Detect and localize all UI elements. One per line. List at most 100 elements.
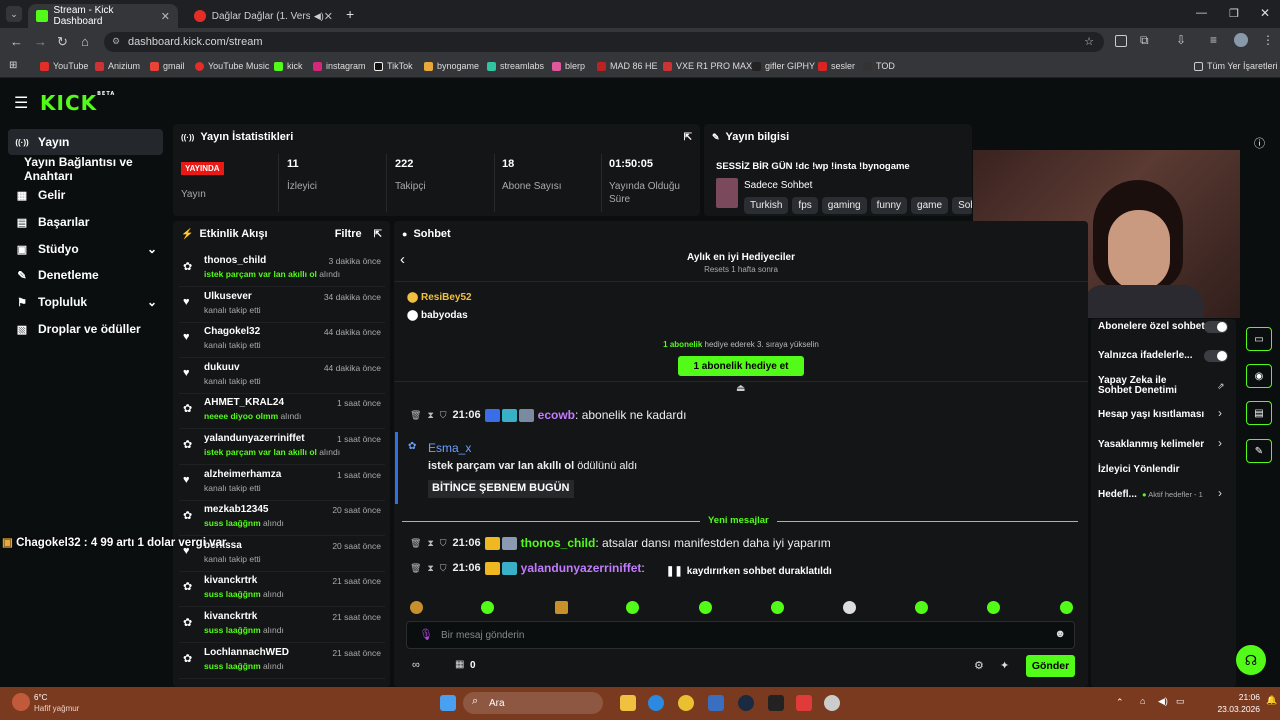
broadcast-rail-icon[interactable]: ◉ bbox=[1246, 364, 1272, 388]
close-window-icon[interactable]: ✕ bbox=[1260, 6, 1270, 20]
activity-item[interactable]: ✿ LochlannachWED 21 saat önce suss laağğnm … bbox=[179, 643, 385, 679]
gift-sub-button[interactable]: 1 abonelik hediye et bbox=[678, 356, 804, 376]
bookmark-sesler[interactable]: sesler bbox=[818, 61, 855, 71]
activity-username[interactable]: Chagokel32 bbox=[204, 326, 260, 337]
activity-item[interactable]: ✿ thonos_child 3 dakika önce istek parçam v… bbox=[179, 251, 385, 287]
bookmark-giphy[interactable]: gifler GIPHY bbox=[752, 61, 815, 71]
chat-rail-icon[interactable]: ▭ bbox=[1246, 327, 1272, 351]
bookmark-blerp[interactable]: blerp bbox=[552, 61, 585, 71]
microphone-icon[interactable]: 🎙 bbox=[419, 628, 433, 641]
timeout-icon[interactable]: ⧗ bbox=[427, 538, 433, 549]
emote-only-toggle[interactable] bbox=[1204, 350, 1228, 362]
reading-list-icon[interactable]: ≡ bbox=[1210, 33, 1217, 47]
minimize-icon[interactable]: — bbox=[1196, 7, 1207, 19]
sidebar-item-yayin[interactable]: ((·)) Yayın bbox=[8, 129, 163, 155]
layout-rail-icon[interactable]: ▤ bbox=[1246, 401, 1272, 425]
viewer-redirect-link[interactable]: İzleyici Yönlendir bbox=[1098, 464, 1180, 475]
tag-chip[interactable]: fps bbox=[792, 197, 818, 214]
activity-item[interactable]: ♥ dukuuv 44 dakika önce kanalı takip etti bbox=[179, 358, 385, 394]
delete-icon[interactable]: 🗑 bbox=[410, 538, 421, 549]
menu-icon[interactable]: ☰ bbox=[14, 93, 28, 113]
emoji-icon[interactable]: ☻ bbox=[1054, 628, 1066, 640]
bookmark-star-icon[interactable]: ☆ bbox=[1084, 35, 1094, 48]
activity-item[interactable]: ♥ Ulkusever 34 dakika önce kanalı takip ett… bbox=[179, 287, 385, 323]
tab-search-icon[interactable]: ⌄ bbox=[6, 6, 22, 22]
chat-input[interactable]: 🎙 Bir mesaj gönderin ☻ bbox=[406, 621, 1075, 649]
activity-username[interactable]: dukuuv bbox=[204, 362, 240, 373]
activity-username[interactable]: kivanckrtrk bbox=[204, 611, 257, 622]
tray-chevron-icon[interactable]: ⌃ bbox=[1116, 697, 1124, 708]
forward-icon[interactable]: → bbox=[34, 34, 47, 49]
sidebar-item-gelir[interactable]: ▦ Gelir bbox=[8, 182, 163, 208]
bookmark-instagram[interactable]: instagram bbox=[313, 61, 366, 71]
external-link-icon[interactable]: ⇗ bbox=[1217, 381, 1225, 392]
collapse-handle-icon[interactable]: ⏏ bbox=[736, 383, 745, 394]
activity-username[interactable]: kivanckrtrk bbox=[204, 575, 257, 586]
delete-icon[interactable]: 🗑 bbox=[410, 563, 421, 574]
sidebar-item-studyo[interactable]: ▣ Stüdyo ⌄ bbox=[8, 236, 163, 262]
activity-item[interactable]: ✿ AHMET_KRAL24 1 saat önce neeee diyoo olmm… bbox=[179, 393, 385, 430]
support-headset-icon[interactable]: ☊ bbox=[1236, 645, 1266, 675]
address-bar[interactable]: ⚙ dashboard.kick.com/stream ☆ bbox=[104, 32, 1104, 52]
bookmark-tiktok[interactable]: TikTok bbox=[374, 61, 413, 71]
activity-username[interactable]: LochlannachWED bbox=[204, 647, 289, 658]
bookmark-streamlabs[interactable]: streamlabs bbox=[487, 61, 544, 71]
banned-words-link[interactable]: Yasaklanmış kelimeler bbox=[1098, 439, 1204, 450]
bookmark-bynogame[interactable]: bynogame bbox=[424, 61, 479, 71]
activity-item[interactable]: ✿ kivanckrtrk 21 saat önce suss laağğnm alı… bbox=[179, 607, 385, 643]
filter-button[interactable]: Filtre bbox=[335, 228, 362, 240]
epic-games-icon[interactable] bbox=[768, 695, 784, 711]
sidebar-item-denetleme[interactable]: ✎ Denetleme bbox=[8, 262, 163, 288]
activity-item[interactable]: ✿ kivanckrtrk 21 saat önce suss laağğnm alı… bbox=[179, 571, 385, 608]
battery-icon[interactable]: ▭ bbox=[1176, 696, 1185, 707]
emote-icon[interactable] bbox=[626, 601, 639, 614]
delete-icon[interactable]: 🗑 bbox=[410, 410, 421, 421]
bookmark-gmail[interactable]: gmail bbox=[150, 61, 185, 71]
chat-username[interactable]: ecowb bbox=[538, 408, 575, 422]
channel-points-icon[interactable]: ∞ bbox=[412, 659, 420, 671]
activity-username[interactable]: AHMET_KRAL24 bbox=[204, 397, 284, 408]
mod-tools-icon[interactable]: ✦ bbox=[1000, 659, 1009, 672]
back-icon[interactable]: ← bbox=[10, 34, 23, 49]
maximize-icon[interactable]: ❐ bbox=[1229, 7, 1239, 20]
emote-icon[interactable] bbox=[1060, 601, 1073, 614]
close-tab-icon[interactable]: ✕ bbox=[161, 10, 170, 23]
tab-kick-dashboard[interactable]: Stream - Kick Dashboard ✕ bbox=[28, 4, 178, 28]
bookmark-youtube[interactable]: YouTube bbox=[40, 61, 88, 71]
new-tab-button[interactable]: + bbox=[346, 6, 354, 22]
emote-icon[interactable] bbox=[481, 601, 494, 614]
bookmark-mad86[interactable]: MAD 86 HE bbox=[597, 61, 658, 71]
close-tab-icon[interactable]: ✕ bbox=[324, 10, 333, 23]
browser-menu-icon[interactable]: ⋮ bbox=[1262, 33, 1274, 47]
account-age-link[interactable]: Hesap yaşı kısıtlaması bbox=[1098, 409, 1204, 420]
sidebar-item-stream-key[interactable]: Yayın Bağlantısı ve Anahtarı bbox=[18, 155, 173, 183]
activity-username[interactable]: Ulkusever bbox=[204, 291, 252, 302]
sidebar-item-basarilar[interactable]: ▤ Başarılar bbox=[8, 209, 163, 235]
info-icon[interactable]: ⓘ bbox=[1254, 135, 1265, 151]
chat-username[interactable]: yalandunyazerriniffet bbox=[521, 561, 642, 575]
emote-icon[interactable] bbox=[771, 601, 784, 614]
chat-username[interactable]: thonos_child bbox=[521, 536, 596, 550]
sidebar-item-droplar[interactable]: ▧ Droplar ve ödüller bbox=[8, 316, 163, 342]
taskbar-search[interactable]: ⌕ Ara bbox=[463, 692, 603, 714]
timeout-icon[interactable]: ⧗ bbox=[427, 563, 433, 574]
emote-icon[interactable] bbox=[915, 601, 928, 614]
obs-icon[interactable] bbox=[824, 695, 840, 711]
tag-chip[interactable]: funny bbox=[870, 197, 908, 214]
app-icon[interactable] bbox=[796, 695, 812, 711]
store-icon[interactable] bbox=[708, 695, 724, 711]
timeout-icon[interactable]: ⧗ bbox=[427, 410, 433, 421]
chat-paused-banner[interactable]: ❚❚ kaydırırken sohbet duraklatıldı bbox=[658, 563, 840, 580]
home-icon[interactable]: ⌂ bbox=[81, 34, 89, 49]
emote-icon[interactable] bbox=[987, 601, 1000, 614]
activity-username[interactable]: alzheimerhamza bbox=[204, 469, 281, 480]
bookmark-vxe[interactable]: VXE R1 PRO MAX bbox=[663, 61, 752, 71]
emote-icon[interactable] bbox=[699, 601, 712, 614]
emote-icon[interactable] bbox=[410, 601, 423, 614]
profile-avatar[interactable] bbox=[1234, 33, 1248, 47]
chrome-icon[interactable] bbox=[678, 695, 694, 711]
site-info-icon[interactable]: ⚙ bbox=[112, 36, 120, 47]
tag-chip[interactable]: gaming bbox=[821, 197, 867, 214]
ai-moderation-link[interactable]: Yapay Zeka ile Sohbet Denetimi bbox=[1098, 376, 1198, 396]
start-icon[interactable] bbox=[440, 695, 456, 711]
